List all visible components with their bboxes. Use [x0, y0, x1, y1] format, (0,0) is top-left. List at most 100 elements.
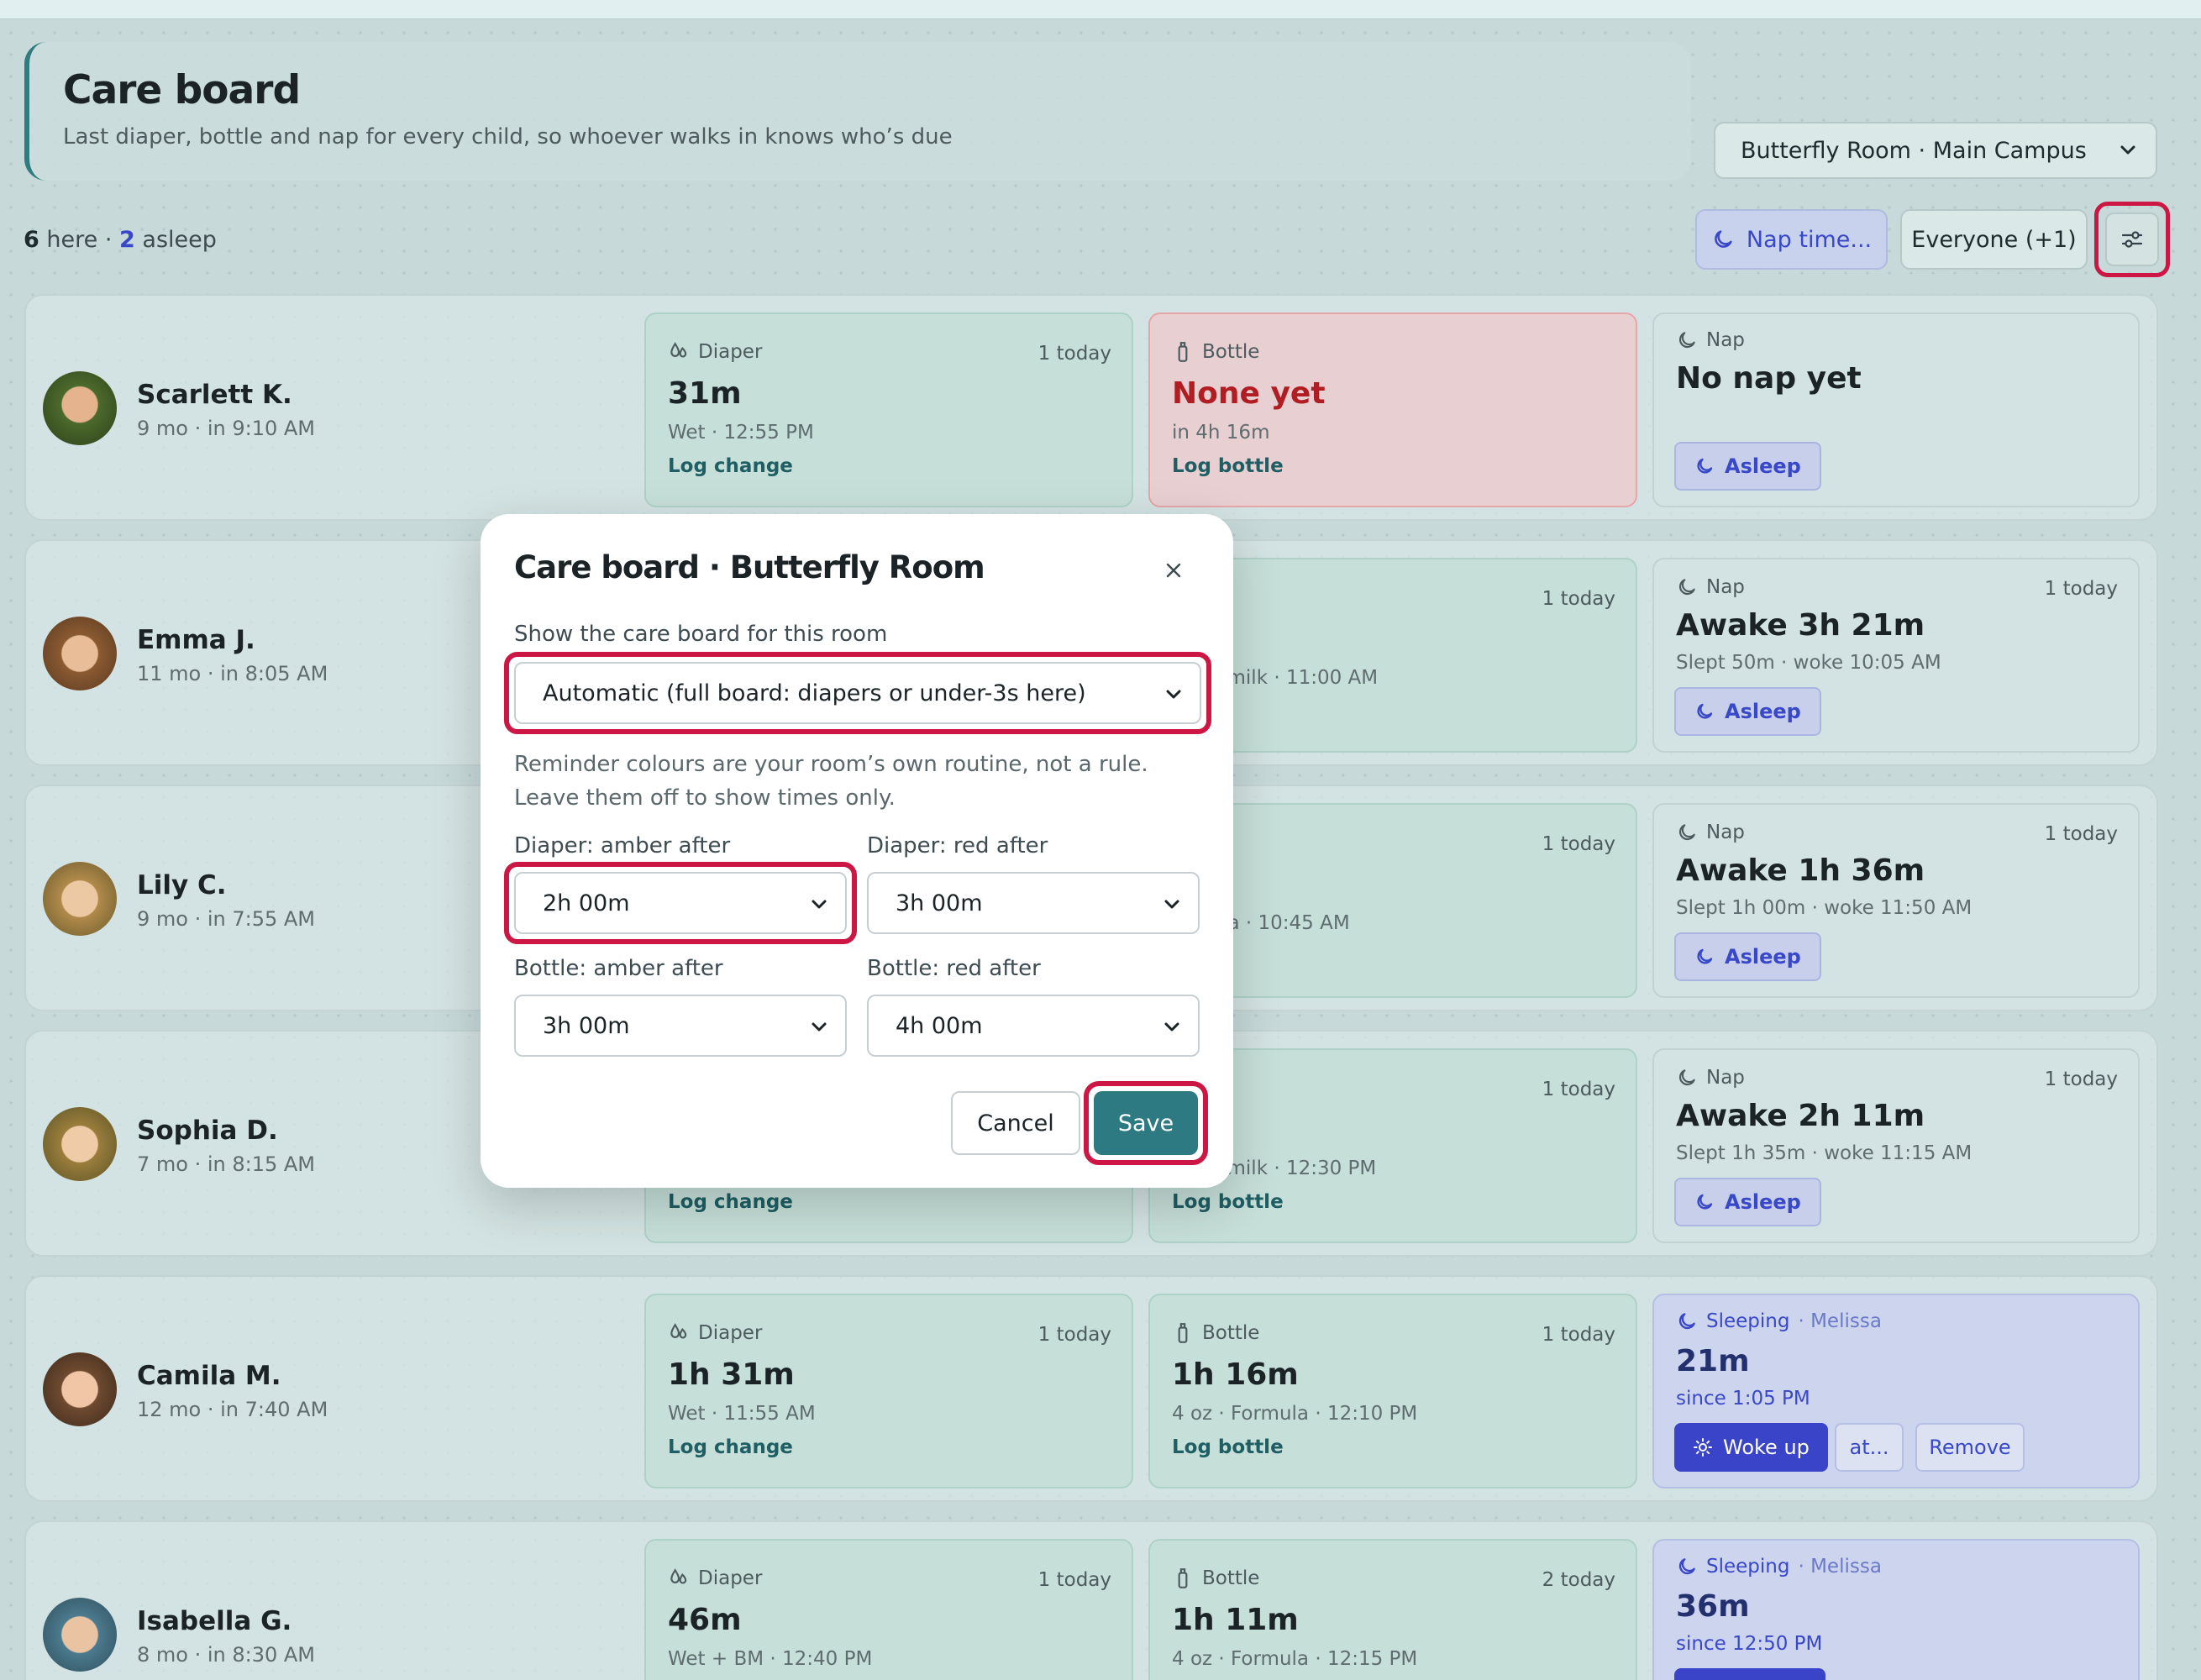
sleep-since: since 1:05 PM [1676, 1388, 1810, 1410]
woke-up-label: Woke up [1723, 1436, 1810, 1459]
avatar [43, 371, 117, 445]
log-bottle-link[interactable]: Log bottle [1172, 1436, 1284, 1458]
droplets-icon [668, 1322, 690, 1344]
show-board-label: Show the care board for this room [514, 622, 888, 647]
nap-cell-sleeping: Sleeping · Melissa 36m since 12:50 PM [1652, 1539, 2140, 1680]
sleep-duration: 36m [1676, 1589, 1750, 1624]
log-change-link[interactable]: Log change [668, 455, 793, 477]
droplets-icon [668, 341, 690, 363]
bottle-elapsed: 1h 11m [1172, 1603, 1299, 1637]
nap-status: Awake 3h 21m [1676, 608, 1925, 643]
bottle-elapsed: None yet [1172, 376, 1326, 411]
bottle-red-select[interactable]: 4h 00m [867, 995, 1200, 1057]
diaper-red-value: 3h 00m [896, 890, 983, 916]
nap-count: 1 today [2044, 823, 2118, 845]
bottle-header: Bottle [1172, 1322, 1259, 1344]
save-label: Save [1117, 1110, 1174, 1137]
bottle-count: 1 today [1542, 588, 1615, 610]
chevron-down-icon [1164, 685, 1183, 703]
room-select[interactable]: Butterfly Room · Main Campus [1714, 122, 2157, 179]
sleeping-staff: · Melissa [1798, 1310, 1882, 1332]
asleep-button-label: Asleep [1725, 454, 1801, 478]
nap-time-label: Nap time... [1746, 226, 1873, 253]
nap-status: No nap yet [1676, 361, 1862, 396]
log-bottle-link[interactable]: Log bottle [1172, 455, 1284, 477]
diaper-label: Diaper [698, 341, 763, 363]
show-board-select[interactable]: Automatic (full board: diapers or under-… [514, 662, 1201, 724]
avatar [43, 1107, 117, 1181]
asleep-button[interactable]: Asleep [1674, 442, 1821, 491]
diaper-red-select[interactable]: 3h 00m [867, 872, 1200, 934]
bottle-count: 2 today [1542, 1569, 1615, 1591]
sliders-icon [2120, 227, 2145, 252]
baby-bottle-icon [1172, 341, 1194, 363]
bottle-label: Bottle [1202, 1567, 1260, 1589]
bottle-amber-select[interactable]: 3h 00m [514, 995, 847, 1057]
log-change-link[interactable]: Log change [668, 1191, 793, 1213]
page-subtitle: Last diaper, bottle and nap for every ch… [63, 124, 953, 150]
moon-icon [1676, 1556, 1698, 1578]
nap-label: Nap [1706, 576, 1745, 598]
here-count: 6 [24, 227, 39, 253]
bottle-cell: Bottle None yet in 4h 16m Log bottle [1148, 312, 1637, 507]
child-meta: 11 mo · in 8:05 AM [137, 662, 328, 685]
room-select-value: Butterfly Room · Main Campus [1741, 137, 2087, 164]
diaper-count: 1 today [1037, 343, 1111, 365]
everyone-filter-button[interactable]: Everyone (+1) [1900, 209, 2088, 270]
nap-cell-sleeping: Sleeping · Melissa 21m since 1:05 PM Wok… [1652, 1294, 2140, 1488]
sleep-duration: 21m [1676, 1344, 1750, 1378]
close-icon[interactable] [1159, 556, 1188, 585]
bottle-detail: 4 oz · Formula · 12:15 PM [1172, 1648, 1418, 1670]
cancel-button[interactable]: Cancel [951, 1091, 1080, 1155]
child-name: Camila M. [137, 1361, 281, 1391]
remove-label: Remove [1929, 1436, 2011, 1459]
diaper-detail: Wet + BM · 12:40 PM [668, 1648, 873, 1670]
child-meta: 12 mo · in 7:40 AM [137, 1398, 328, 1421]
bottle-label: Bottle [1202, 1322, 1260, 1344]
diaper-header: Diaper [668, 1322, 762, 1344]
counts-separator: · [104, 227, 113, 253]
asleep-label: asleep [142, 227, 217, 253]
moon-icon [1676, 329, 1698, 351]
chevron-down-icon [1163, 895, 1181, 913]
moon-icon [1694, 456, 1715, 476]
bottle-red-label: Bottle: red after [867, 956, 1041, 981]
nap-header: Sleeping · Melissa [1676, 1310, 1882, 1332]
woke-at-button[interactable]: at... [1835, 1423, 1904, 1472]
nap-time-button[interactable]: Nap time... [1695, 209, 1888, 270]
remove-nap-button[interactable]: Remove [1915, 1423, 2025, 1472]
moon-icon [1711, 228, 1735, 251]
diaper-cell: Diaper 1 today 1h 31m Wet · 11:55 AM Log… [644, 1294, 1133, 1488]
child-name: Lily C. [137, 870, 227, 900]
moon-icon [1676, 576, 1698, 598]
log-bottle-link[interactable]: Log bottle [1172, 1191, 1284, 1213]
bottle-elapsed: 1h 16m [1172, 1357, 1299, 1392]
woke-up-button[interactable] [1674, 1668, 1825, 1680]
cancel-label: Cancel [977, 1110, 1054, 1137]
asleep-button[interactable]: Asleep [1674, 687, 1821, 736]
diaper-amber-select[interactable]: 2h 00m [514, 872, 847, 934]
sleeping-label: Sleeping [1706, 1556, 1790, 1578]
child-meta: 7 mo · in 8:15 AM [137, 1152, 316, 1176]
nap-cell: Nap 1 today Awake 3h 21m Slept 50m · wok… [1652, 558, 2140, 753]
moon-icon [1676, 1067, 1698, 1089]
sleeping-staff: · Melissa [1798, 1556, 1882, 1578]
diaper-header: Diaper [668, 341, 762, 363]
woke-up-button[interactable]: Woke up [1674, 1423, 1828, 1472]
sleep-since: since 12:50 PM [1676, 1633, 1823, 1655]
asleep-button[interactable]: Asleep [1674, 1178, 1821, 1226]
save-button[interactable]: Save [1094, 1091, 1198, 1155]
moon-icon [1694, 1192, 1715, 1212]
bottle-cell: Bottle 2 today 1h 11m 4 oz · Formula · 1… [1148, 1539, 1637, 1680]
bottle-amber-label: Bottle: amber after [514, 956, 723, 981]
nap-label: Nap [1706, 329, 1745, 351]
diaper-detail: Wet · 11:55 AM [668, 1403, 816, 1425]
child-meta: 9 mo · in 9:10 AM [137, 417, 316, 440]
everyone-label: Everyone (+1) [1911, 226, 2077, 253]
dialog-title: Care board · Butterfly Room [514, 549, 985, 585]
asleep-button-label: Asleep [1725, 945, 1801, 969]
asleep-button[interactable]: Asleep [1674, 932, 1821, 981]
chevron-down-icon [810, 895, 828, 913]
board-settings-button[interactable] [2105, 213, 2159, 266]
log-change-link[interactable]: Log change [668, 1436, 793, 1458]
